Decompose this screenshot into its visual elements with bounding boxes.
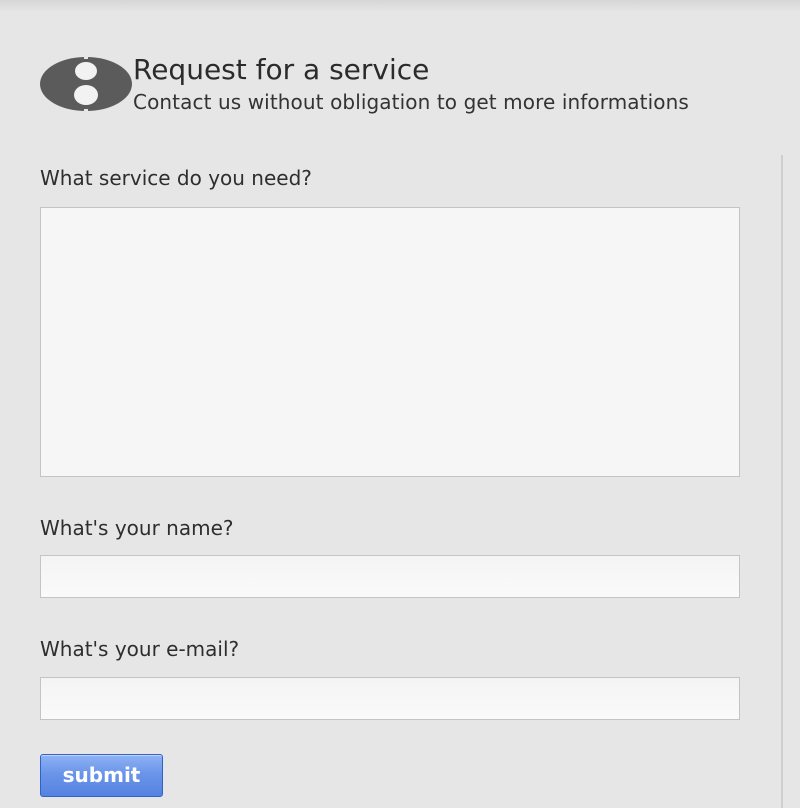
page-subtitle: Contact us without obligation to get mor… xyxy=(133,90,689,114)
service-label: What service do you need? xyxy=(40,166,312,190)
top-shadow-band xyxy=(0,0,800,12)
name-input[interactable] xyxy=(40,555,740,598)
panel-right-border xyxy=(781,155,783,808)
email-input[interactable] xyxy=(40,677,740,720)
form-header: Request for a service Contact us without… xyxy=(40,52,780,122)
figure-eight-logo-icon xyxy=(40,56,132,112)
service-textarea[interactable] xyxy=(40,207,740,477)
email-label: What's your e-mail? xyxy=(40,637,240,661)
page-title: Request for a service xyxy=(133,53,430,86)
name-label: What's your name? xyxy=(40,516,234,540)
submit-button[interactable]: submit xyxy=(40,754,163,797)
